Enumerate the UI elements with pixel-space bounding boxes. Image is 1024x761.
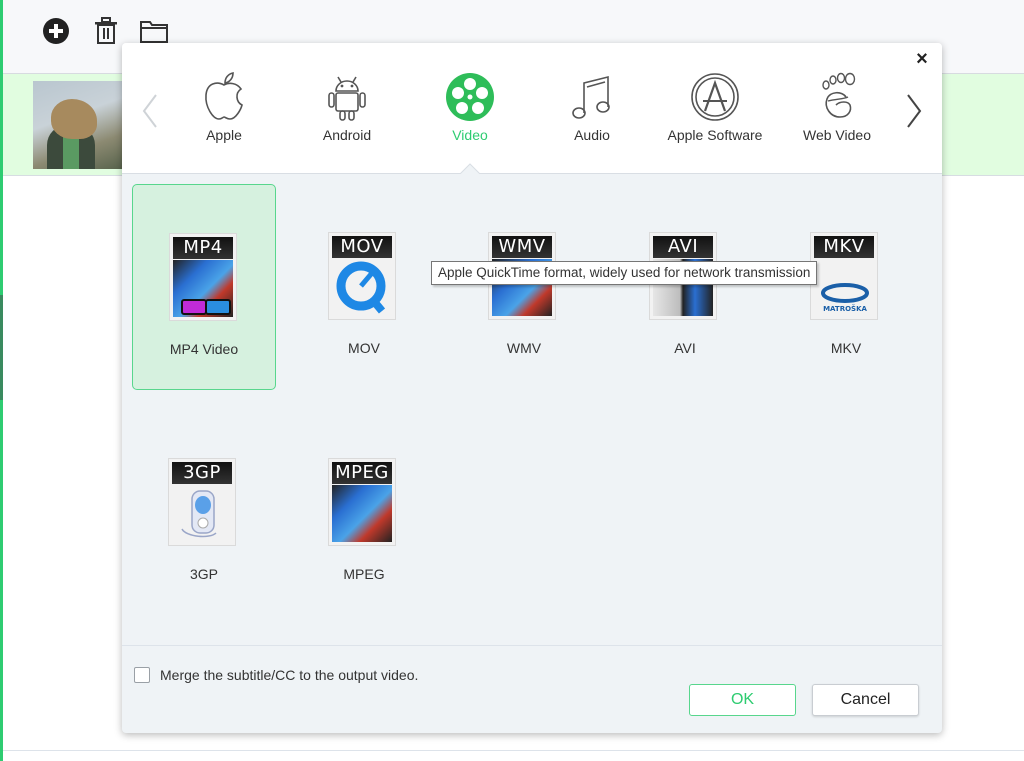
quicktime-icon — [336, 261, 386, 314]
category-audio[interactable]: Audio — [537, 71, 647, 151]
category-video[interactable]: Video — [415, 71, 525, 151]
format-3gp[interactable]: 3GP 3GP — [132, 410, 276, 616]
category-label: Apple — [206, 127, 242, 143]
merge-subtitle-checkbox[interactable] — [134, 667, 150, 683]
format-tag: 3GP — [172, 462, 232, 484]
video-thumbnail[interactable] — [33, 81, 128, 169]
category-bar: × Apple Android Video Audio Apple Softwa… — [122, 43, 942, 174]
format-label: MOV — [348, 340, 380, 356]
cancel-button[interactable]: Cancel — [812, 684, 919, 716]
ok-button[interactable]: OK — [689, 684, 796, 716]
web-video-icon — [822, 72, 856, 118]
trash-icon[interactable] — [91, 16, 121, 46]
format-wmv[interactable]: WMV WMV — [452, 184, 596, 390]
format-avi[interactable]: AVI AVI — [613, 184, 757, 390]
android-icon — [328, 76, 366, 121]
mpeg-file-icon: MPEG — [328, 458, 396, 546]
mkv-file-icon: MKV MATROŠKA — [810, 232, 878, 320]
matroska-icon: MATROŠKA — [821, 283, 869, 313]
format-tooltip: Apple QuickTime format, widely used for … — [431, 261, 818, 285]
format-label: 3GP — [189, 566, 218, 582]
format-tag: WMV — [492, 236, 552, 258]
app-store-icon — [691, 73, 739, 121]
category-web-video[interactable]: Web Video — [782, 71, 892, 151]
divider — [3, 750, 1024, 751]
mp4-file-icon: MP4 — [169, 233, 237, 321]
format-label: AVI — [674, 340, 696, 356]
3gp-file-icon: 3GP — [168, 458, 236, 546]
format-tag: MP4 — [173, 237, 233, 259]
format-label: MPEG — [343, 566, 385, 582]
category-android[interactable]: Android — [292, 71, 402, 151]
left-scroll-indicator[interactable] — [0, 295, 3, 400]
category-label: Android — [322, 127, 372, 143]
output-format-dialog: × Apple Android Video Audio Apple Softwa… — [122, 43, 942, 733]
folder-icon[interactable] — [139, 16, 169, 46]
format-mpeg[interactable]: MPEG MPEG — [292, 410, 436, 616]
category-apple[interactable]: Apple — [169, 71, 279, 151]
merge-subtitle-option[interactable]: Merge the subtitle/CC to the output vide… — [134, 665, 418, 685]
format-tag: AVI — [653, 236, 713, 258]
format-label: WMV — [506, 340, 542, 356]
category-label: Audio — [574, 127, 610, 143]
film-reel-icon — [446, 73, 494, 121]
add-icon[interactable] — [41, 16, 71, 46]
merge-subtitle-label: Merge the subtitle/CC to the output vide… — [160, 667, 419, 683]
format-tag: MKV — [814, 236, 874, 258]
svg-text:MATROŠKA: MATROŠKA — [823, 304, 867, 313]
music-note-icon — [572, 75, 610, 119]
format-mov[interactable]: MOV MOV — [292, 184, 436, 390]
category-apple-software[interactable]: Apple Software — [660, 71, 770, 151]
format-mkv[interactable]: MKV MATROŠKA MKV — [774, 184, 918, 390]
active-category-caret — [460, 163, 480, 174]
footer-divider — [122, 645, 942, 646]
next-category-arrow[interactable] — [902, 91, 926, 131]
format-label: MKV — [830, 340, 862, 356]
format-tag: MPEG — [332, 462, 392, 484]
format-label: MP4 Video — [169, 341, 239, 357]
format-tag: MOV — [332, 236, 392, 258]
mov-file-icon: MOV — [328, 232, 396, 320]
prev-category-arrow[interactable] — [138, 91, 162, 131]
format-mp4[interactable]: MP4 MP4 Video — [132, 184, 276, 390]
close-button[interactable]: × — [912, 49, 932, 69]
apple-icon — [205, 72, 243, 120]
category-label: Web Video — [803, 127, 871, 143]
category-label: Apple Software — [667, 127, 763, 143]
category-label: Video — [452, 127, 488, 143]
phone-icon — [181, 490, 217, 538]
